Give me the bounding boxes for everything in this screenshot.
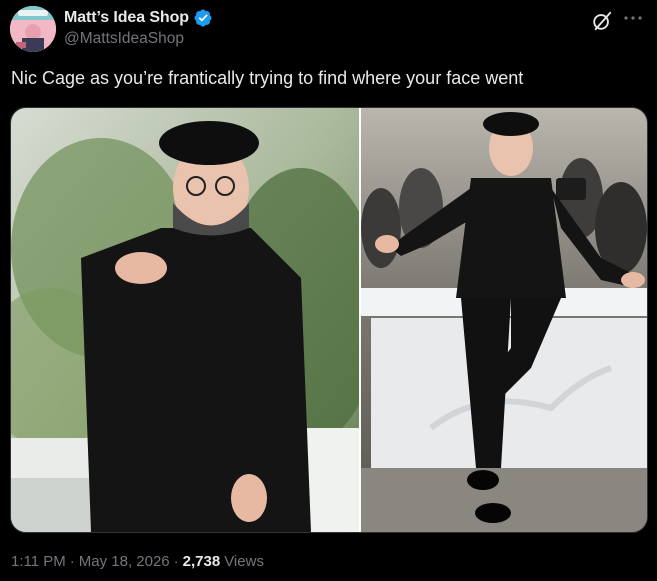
post-time[interactable]: 1:11 PM xyxy=(11,553,66,570)
meta-separator: · xyxy=(173,553,179,570)
grok-icon[interactable] xyxy=(591,10,613,32)
post-text: Nic Cage as you’re frantically trying to… xyxy=(11,68,524,88)
avatar-image xyxy=(10,6,56,52)
post-meta: 1:11 PM · May 18, 2026 · 2,738 Views xyxy=(11,553,264,570)
user-handle[interactable]: @MattsIdeaShop xyxy=(64,30,184,48)
views-count[interactable]: 2,738 xyxy=(183,553,221,570)
more-options-icon[interactable] xyxy=(621,6,645,30)
post-date[interactable]: May 18, 2026 xyxy=(79,553,170,570)
photo-right[interactable] xyxy=(361,108,647,532)
avatar[interactable] xyxy=(10,6,56,52)
display-name[interactable]: Matt’s Idea Shop xyxy=(64,9,189,27)
views-label: Views xyxy=(224,553,264,570)
photo-left[interactable] xyxy=(11,108,359,532)
verified-badge-icon xyxy=(194,9,212,27)
name-row: Matt’s Idea Shop xyxy=(64,8,213,28)
post-header: Matt’s Idea Shop @MattsIdeaShop xyxy=(10,6,647,54)
post-media[interactable] xyxy=(10,107,648,533)
meta-separator: · xyxy=(69,553,75,570)
